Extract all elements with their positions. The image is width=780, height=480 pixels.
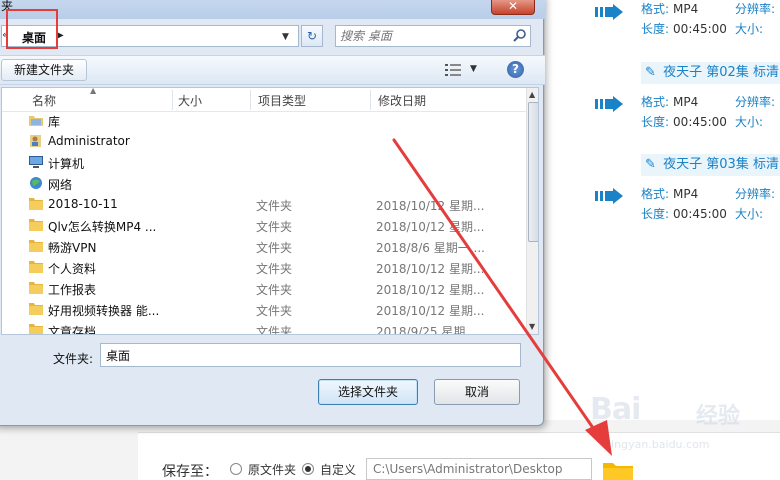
radio-custom-label: 自定义 [320, 463, 357, 477]
select-folder-button[interactable]: 选择文件夹 [318, 379, 418, 405]
radio-original-label: 原文件夹 [248, 463, 297, 477]
folder-icon [29, 198, 43, 210]
folder-icon [29, 282, 43, 294]
play-arrow-icon [595, 4, 623, 20]
refresh-button[interactable]: ↻ [301, 25, 323, 47]
folder-field-label: 文件夹: [53, 352, 94, 366]
column-header: ▲ 名称 大小 项目类型 修改日期 [2, 88, 526, 112]
file-title[interactable]: ✎ 夜天子 第02集 标清 [641, 62, 780, 84]
column-size[interactable]: 大小 [178, 92, 202, 109]
pencil-icon[interactable]: ✎ [645, 62, 659, 84]
table-row[interactable]: 计算机 [2, 152, 526, 173]
play-arrow-icon [595, 96, 623, 112]
pencil-icon[interactable]: ✎ [645, 154, 659, 176]
folder-icon [29, 261, 43, 273]
dialog-toolbar: 新建文件夹 ▼ ? [0, 55, 545, 85]
folder-icon [29, 303, 43, 315]
table-row[interactable]: 文章存档 文件夹 2018/9/25 星期... [2, 320, 526, 334]
help-icon[interactable]: ? [507, 61, 524, 78]
search-icon[interactable] [512, 28, 528, 44]
column-name[interactable]: 名称 [32, 92, 56, 109]
folder-icon [29, 240, 43, 252]
address-highlight-annotation [6, 9, 58, 49]
radio-original-folder[interactable] [230, 463, 242, 475]
close-button[interactable]: ✕ [491, 0, 535, 15]
table-row[interactable]: Administrator [2, 131, 526, 152]
column-type[interactable]: 项目类型 [258, 92, 306, 109]
view-options-icon[interactable] [445, 64, 461, 76]
browse-folder-icon[interactable] [602, 459, 634, 480]
baidu-watermark: Bai 经验 jingyan.baidu.com [590, 392, 741, 451]
new-folder-button[interactable]: 新建文件夹 [1, 59, 87, 81]
search-box[interactable] [335, 25, 531, 47]
scroll-down-icon[interactable]: ▼ [529, 322, 535, 331]
list-item[interactable]: 格式: MP4 分辨率: 长度: 00:45:00 大小: [545, 0, 780, 70]
list-item[interactable]: ✎ 夜天子 第03集 标清 格式: MP4 分辨率: 长度: 00:45:00 大小: [545, 154, 780, 224]
cancel-button[interactable]: 取消 [434, 379, 520, 405]
network-icon [30, 177, 42, 189]
sort-ascending-icon: ▲ [90, 87, 97, 95]
dialog-title-bar[interactable]: 夹 ✕ [0, 0, 545, 19]
user-icon [30, 135, 41, 147]
table-row[interactable]: Qlv怎么转换MP4 ... 文件夹 2018/10/12 星期... [2, 215, 526, 236]
play-arrow-icon [595, 188, 623, 204]
chevron-down-icon[interactable]: ▼ [282, 32, 289, 42]
folder-name-input[interactable]: 桌面 [100, 343, 521, 367]
view-dropdown-icon[interactable]: ▼ [470, 64, 477, 74]
table-row[interactable]: 畅游VPN 文件夹 2018/8/6 星期一 ... [2, 236, 526, 257]
list-item[interactable]: ✎ 夜天子 第02集 标清 格式: MP4 分辨率: 长度: 00:45:00 大小: [545, 62, 780, 132]
table-row[interactable]: 个人资料 文件夹 2018/10/12 星期... [2, 257, 526, 278]
table-row[interactable]: 2018-10-11 文件夹 2018/10/12 星期... [2, 194, 526, 215]
search-input[interactable] [340, 28, 508, 44]
table-row[interactable]: 好用视频转换器 能... 文件夹 2018/10/12 星期... [2, 299, 526, 320]
table-row[interactable]: 工作报表 文件夹 2018/10/12 星期... [2, 278, 526, 299]
scroll-thumb[interactable] [528, 102, 538, 242]
file-title[interactable]: ✎ 夜天子 第03集 标清 [641, 154, 780, 176]
table-row[interactable]: 库 [2, 110, 526, 131]
computer-icon [29, 156, 43, 168]
column-modified[interactable]: 修改日期 [378, 92, 426, 109]
radio-custom-folder[interactable] [302, 463, 314, 475]
folder-icon [29, 219, 43, 231]
save-path-input[interactable]: C:\Users\Administrator\Desktop [366, 458, 592, 480]
conversion-file-list: 格式: MP4 分辨率: 长度: 00:45:00 大小: ✎ 夜天子 第02集 标清 … [545, 0, 780, 420]
save-to-label: 保存至： [162, 464, 218, 480]
table-row[interactable]: 网络 [2, 173, 526, 194]
folder-icon [29, 324, 43, 334]
library-icon [29, 116, 43, 126]
folder-list: ▲ 名称 大小 项目类型 修改日期 库 Administrator 计算机 网络 [1, 87, 539, 335]
browse-folder-dialog: 夹 ✕ « 桌面 ▶ ▼ ↻ 新建文件夹 ▼ ? ▲ 名称 大小 [0, 0, 545, 426]
vertical-scrollbar[interactable]: ▲ ▼ [526, 88, 538, 334]
scroll-up-icon[interactable]: ▲ [529, 90, 535, 99]
refresh-icon: ↻ [306, 29, 318, 43]
